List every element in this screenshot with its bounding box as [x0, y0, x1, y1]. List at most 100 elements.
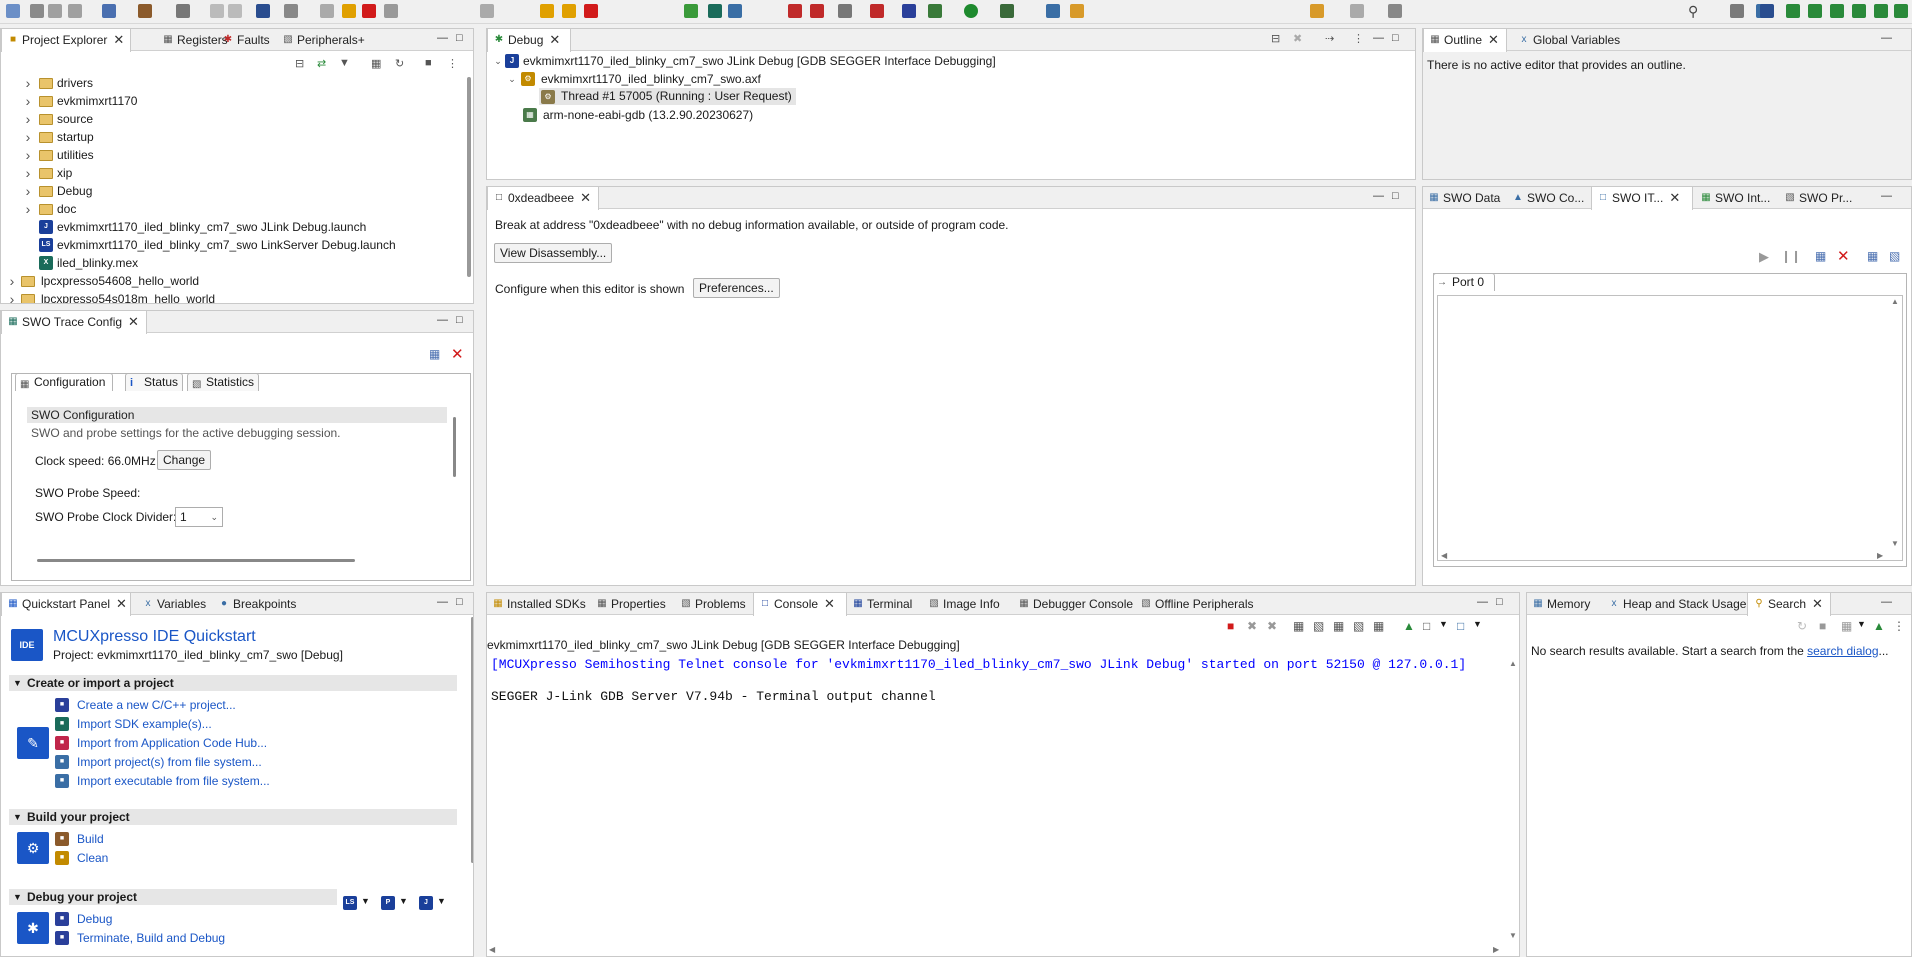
port-output-area[interactable]: [1437, 295, 1903, 561]
quickstart-scrollbar[interactable]: [471, 617, 473, 863]
build-config-icon[interactable]: [176, 4, 190, 18]
scroll-right-icon[interactable]: ▶: [1877, 551, 1883, 560]
tab-image-info[interactable]: ▧ Image Info: [923, 593, 999, 615]
chevron-down-icon[interactable]: ⌄: [493, 53, 503, 69]
change-button[interactable]: Change: [157, 450, 212, 470]
remove-terminated-icon[interactable]: ✖: [1293, 32, 1302, 45]
chevron-down-icon[interactable]: ▼: [13, 675, 22, 691]
chevron-down-icon[interactable]: ▼: [13, 809, 22, 825]
tab-debugger-console[interactable]: ▦ Debugger Console: [1013, 593, 1133, 615]
pin-console-icon[interactable]: ▲: [1403, 619, 1415, 633]
tab-swo-interrupts[interactable]: ▦ SWO Int...: [1695, 187, 1770, 209]
chevron-down-icon[interactable]: ▼: [1857, 619, 1866, 629]
history-icon[interactable]: ▦: [1841, 619, 1852, 633]
layout-icon[interactable]: ▧: [1889, 249, 1900, 263]
close-icon[interactable]: ✕: [824, 593, 835, 615]
chevron-right-icon[interactable]: ›: [23, 165, 33, 181]
undo-icon[interactable]: [210, 4, 224, 18]
minimize-maximize-icon[interactable]: —□: [1373, 32, 1407, 44]
terminate-all-icon[interactable]: [584, 4, 598, 18]
quickstart-section-header[interactable]: ▼ Create or import a project: [9, 675, 457, 691]
stop-icon[interactable]: ■: [425, 57, 432, 69]
close-icon[interactable]: ✕: [549, 29, 560, 51]
debug-bug2-icon[interactable]: [928, 4, 942, 18]
run-icon[interactable]: [964, 4, 978, 18]
globe-icon[interactable]: [728, 4, 742, 18]
quickstart-section-header[interactable]: ▼ Build your project: [9, 809, 457, 825]
scroll-down-icon[interactable]: ▼: [1509, 931, 1517, 940]
quickstart-action[interactable]: ■ Terminate, Build and Debug: [55, 930, 225, 946]
terminate-icon[interactable]: ■: [1227, 619, 1234, 633]
display-console-icon[interactable]: □: [1423, 619, 1430, 633]
tab-global-variables[interactable]: x Global Variables: [1513, 29, 1621, 51]
quickstart-action[interactable]: ■ Debug: [55, 911, 112, 927]
chevron-right-icon[interactable]: ›: [23, 147, 33, 163]
chevron-down-icon[interactable]: ▼: [437, 896, 446, 906]
divider-select[interactable]: 1 ⌄: [175, 507, 223, 527]
close-icon[interactable]: ✕: [580, 187, 591, 209]
view-menu-icon[interactable]: ⋮: [447, 57, 458, 70]
tab-peripherals[interactable]: ▧ Peripherals+: [277, 29, 364, 51]
filter-icon[interactable]: ▼: [339, 57, 350, 69]
perspective-config-icon[interactable]: [1830, 4, 1844, 18]
show-stderr-icon[interactable]: ▦: [1373, 619, 1384, 633]
quickstart-action[interactable]: ■ Import executable from file system...: [55, 773, 270, 789]
pause-icon[interactable]: ❙❙: [1781, 249, 1801, 263]
word-wrap-icon[interactable]: ▦: [1333, 619, 1344, 633]
minimize-maximize-icon[interactable]: —□: [437, 596, 471, 608]
pe-icon[interactable]: P: [381, 896, 395, 910]
quickstart-action[interactable]: ■ Import SDK example(s)...: [55, 716, 212, 732]
tab-swo-counters[interactable]: ▲ SWO Co...: [1507, 187, 1584, 209]
linkserver-icon[interactable]: LS: [343, 896, 357, 910]
pause-all-icon[interactable]: [540, 4, 554, 18]
perspective-pins-icon[interactable]: [1852, 4, 1866, 18]
scroll-lock-icon[interactable]: ▧: [1313, 619, 1324, 633]
play-icon[interactable]: ▶: [1759, 249, 1769, 265]
view-menu-icon[interactable]: ⋮: [1893, 619, 1905, 633]
quickstart-action[interactable]: ■ Build: [55, 831, 104, 847]
view-menu-icon[interactable]: ⋮: [1353, 32, 1364, 45]
minimize-maximize-icon[interactable]: —□: [1373, 190, 1407, 202]
jlink-icon[interactable]: J: [419, 896, 433, 910]
tab-installed-sdks[interactable]: ▦ Installed SDKs: [487, 593, 585, 615]
sync-icon[interactable]: ↻: [395, 57, 404, 70]
chevron-down-icon[interactable]: ▼: [1439, 619, 1448, 629]
tab-project-explorer[interactable]: ■ Project Explorer ✕: [1, 29, 131, 52]
subtab-status[interactable]: i Status: [125, 373, 183, 391]
chevron-right-icon[interactable]: ›: [23, 75, 33, 91]
clear-console-icon[interactable]: ▦: [1293, 619, 1304, 633]
chevron-down-icon[interactable]: ⌄: [507, 71, 517, 87]
chevron-down-icon[interactable]: ▼: [1473, 619, 1482, 629]
close-icon[interactable]: ✕: [451, 345, 464, 363]
remove-launch-icon[interactable]: ✖: [1247, 619, 1257, 633]
perspective-clocks-icon[interactable]: [1874, 4, 1888, 18]
quickstart-section-header[interactable]: ▼ Debug your project: [9, 889, 337, 905]
tab-debug[interactable]: ✱ Debug ✕: [487, 29, 571, 52]
swo-horizontal-scrollbar[interactable]: [37, 559, 355, 562]
erase-icon[interactable]: [870, 4, 884, 18]
tab-swo-itm[interactable]: □ SWO IT... ✕: [1591, 187, 1693, 210]
perspective-mcux-icon[interactable]: [1786, 4, 1800, 18]
subtab-configuration[interactable]: ▦ Configuration: [15, 373, 113, 391]
tab-0xdeadbeee[interactable]: □ 0xdeadbeee ✕: [487, 187, 599, 210]
close-icon[interactable]: ✕: [128, 311, 139, 333]
collapse-icon[interactable]: ⊟: [1271, 32, 1280, 45]
tab-swo-trace-config[interactable]: ▦ SWO Trace Config ✕: [1, 311, 147, 334]
chevron-right-icon[interactable]: ›: [23, 93, 33, 109]
build-icon[interactable]: [138, 4, 152, 18]
forward-icon[interactable]: [1350, 4, 1364, 18]
open-console-icon[interactable]: □: [1457, 619, 1464, 633]
mcux-icon[interactable]: [708, 4, 722, 18]
save-all-icon[interactable]: [48, 4, 62, 18]
tab-outline[interactable]: ▦ Outline ✕: [1423, 29, 1507, 52]
scroll-left-icon[interactable]: ◀: [489, 945, 495, 954]
settings-icon[interactable]: [102, 4, 116, 18]
chevron-down-icon[interactable]: ▼: [399, 896, 408, 906]
swo-vertical-scrollbar[interactable]: [453, 417, 456, 477]
chevron-right-icon[interactable]: ›: [23, 183, 33, 199]
monitor-icon[interactable]: [256, 4, 270, 18]
quickstart-action[interactable]: ■ Import from Application Code Hub...: [55, 735, 267, 751]
step-icon[interactable]: [480, 4, 494, 18]
tab-terminal[interactable]: ▦ Terminal: [847, 593, 912, 615]
perspective-icon[interactable]: [1730, 4, 1744, 18]
